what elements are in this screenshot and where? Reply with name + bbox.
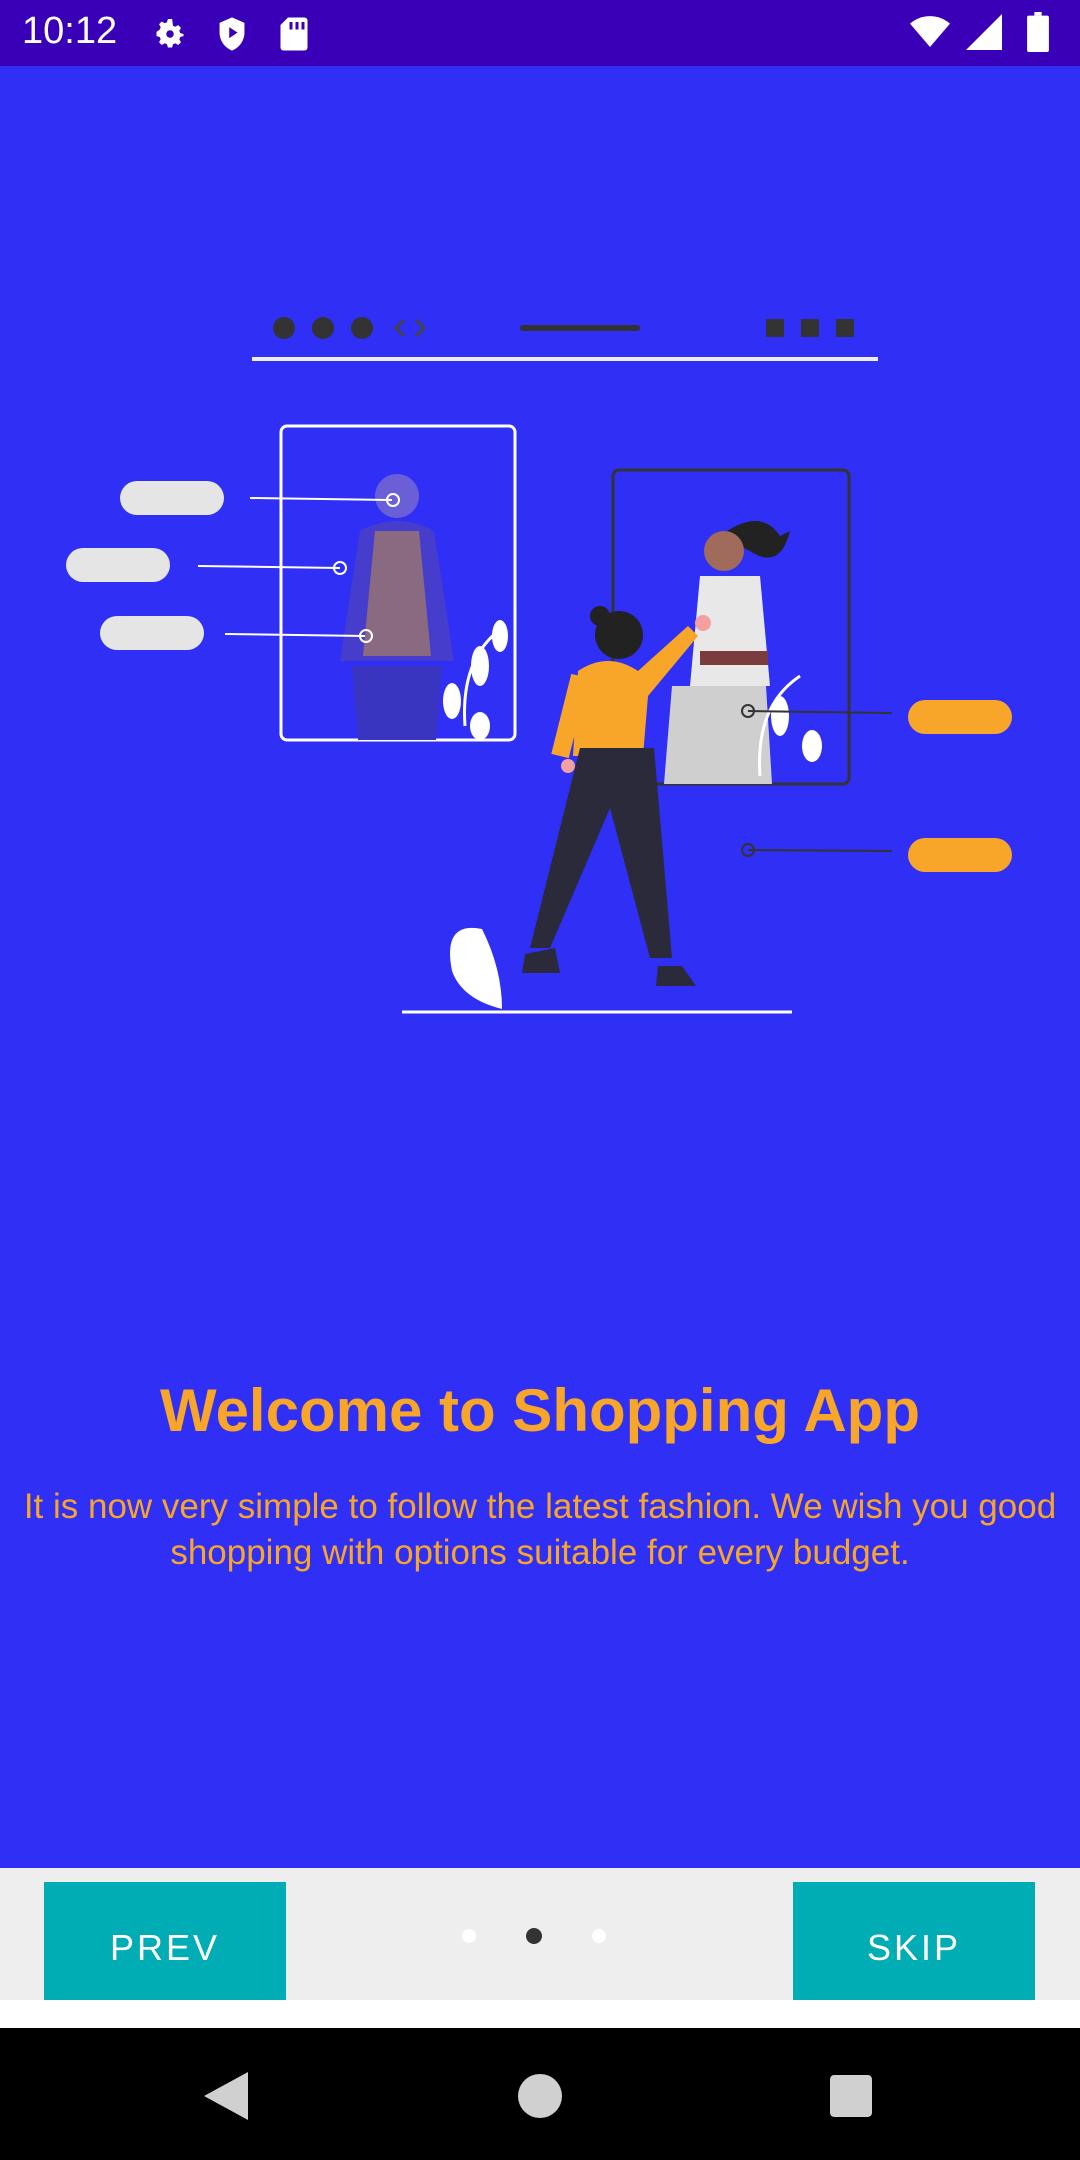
onboarding-title: Welcome to Shopping App xyxy=(160,1377,920,1444)
back-icon[interactable] xyxy=(196,2066,256,2126)
status-icons-left xyxy=(150,14,314,54)
status-icons-right xyxy=(910,12,1058,52)
sd-card-icon xyxy=(274,14,314,54)
fashion-shopping-illustration xyxy=(60,316,1020,1116)
skip-button[interactable]: SKIP xyxy=(793,1882,1035,2014)
page-dot-3[interactable] xyxy=(592,1929,606,1943)
onboarding-description: It is now very simple to follow the late… xyxy=(23,1487,1057,1572)
battery-icon xyxy=(1018,12,1058,52)
onboarding-control-bar: PREV SKIP xyxy=(0,1868,1080,2014)
status-bar: 10:12 xyxy=(0,0,1080,66)
gear-icon xyxy=(150,14,190,54)
cell-signal-icon xyxy=(964,12,1004,52)
system-navigation-bar xyxy=(0,2028,1080,2160)
recents-icon[interactable] xyxy=(821,2066,881,2126)
page-dot-2-active[interactable] xyxy=(526,1928,542,1944)
page-dot-1[interactable] xyxy=(462,1929,476,1943)
status-time: 10:12 xyxy=(22,10,118,52)
bottom-spacer xyxy=(0,2000,1080,2028)
home-icon[interactable] xyxy=(510,2066,570,2126)
onboarding-page[interactable]: Welcome to Shopping App It is now very s… xyxy=(0,66,1080,1868)
prev-button[interactable]: PREV xyxy=(44,1882,286,2014)
shield-icon xyxy=(212,14,252,54)
wifi-icon xyxy=(910,12,950,52)
page-indicator xyxy=(462,1928,606,1944)
